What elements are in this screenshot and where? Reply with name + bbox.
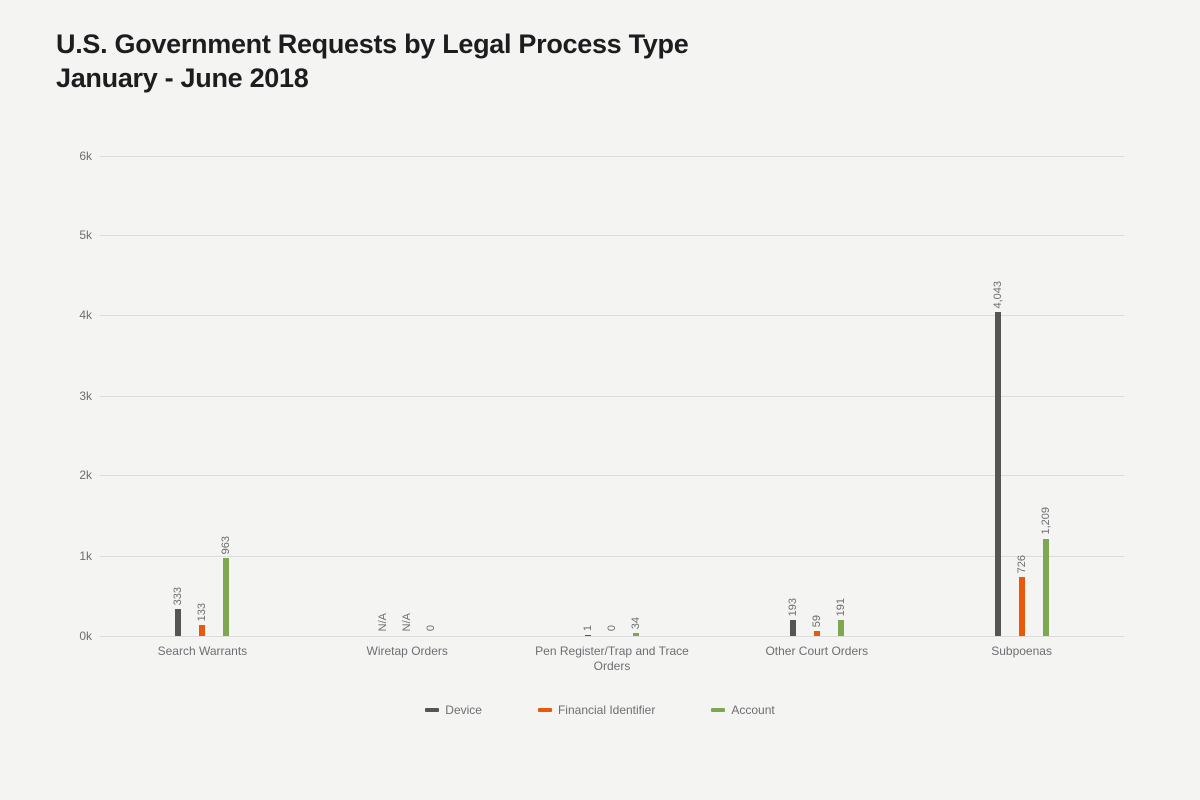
- bar-value-label: 193: [787, 598, 799, 616]
- bar-value-label: 726: [1016, 555, 1028, 573]
- bar: [199, 625, 205, 636]
- bar-column: N/A: [400, 613, 414, 635]
- bar: [1019, 577, 1025, 635]
- bar-value-label: 963: [220, 536, 232, 554]
- title-line-2: January - June 2018: [56, 63, 308, 93]
- legend-swatch: [425, 708, 439, 712]
- bar-group: 333 133 963: [100, 156, 305, 636]
- bar-value-label: 0: [425, 625, 437, 631]
- bar-value-label: N/A: [377, 613, 389, 631]
- y-tick-label: 5k: [56, 228, 92, 242]
- y-tick-label: 2k: [56, 468, 92, 482]
- x-axis-label: Search Warrants: [100, 644, 305, 675]
- x-axis-label: Wiretap Orders: [305, 644, 510, 675]
- bar-value-label: 4,043: [992, 281, 1004, 309]
- legend: Device Financial Identifier Account: [56, 703, 1144, 717]
- title-line-1: U.S. Government Requests by Legal Proces…: [56, 29, 688, 59]
- bar-group: 1 0 34: [510, 156, 715, 636]
- y-tick-label: 4k: [56, 308, 92, 322]
- gridline: [100, 636, 1124, 637]
- bar-column: 1: [581, 625, 595, 635]
- bar-value-label: 0: [606, 625, 618, 631]
- bar: [790, 620, 796, 635]
- bar-column: 59: [810, 615, 824, 636]
- bar: [814, 631, 820, 636]
- bar-group: 4,043 726 1,209: [919, 156, 1124, 636]
- bar-column: 1,209: [1039, 507, 1053, 635]
- bar-column: 133: [195, 603, 209, 636]
- x-axis-label: Pen Register/Trap and Trace Orders: [510, 644, 715, 675]
- bar-column: N/A: [376, 613, 390, 635]
- bar-column: 191: [834, 598, 848, 636]
- bar-value-label: 1,209: [1040, 507, 1052, 535]
- x-axis-label: Subpoenas: [919, 644, 1124, 675]
- bar-column: 0: [424, 625, 438, 635]
- chart: 0k1k2k3k4k5k6k 333133963N/AN/A0103419359…: [56, 156, 1144, 717]
- y-tick-label: 6k: [56, 149, 92, 163]
- x-axis-labels: Search WarrantsWiretap OrdersPen Registe…: [100, 644, 1124, 675]
- bar-column: 193: [786, 598, 800, 636]
- legend-item: Financial Identifier: [538, 703, 655, 717]
- bar-column: 726: [1015, 555, 1029, 635]
- plot-area: 0k1k2k3k4k5k6k 333133963N/AN/A0103419359…: [100, 156, 1124, 636]
- x-axis-label: Other Court Orders: [714, 644, 919, 675]
- bar-groups: 333 133 963 N/A N/A 0 1 0 34 193 59 191 4,043 726 1,20…: [100, 156, 1124, 636]
- bar-value-label: 34: [630, 617, 642, 629]
- bar-value-label: 133: [196, 603, 208, 621]
- bar: [995, 312, 1001, 635]
- bar-group: N/A N/A 0: [305, 156, 510, 636]
- legend-label: Account: [731, 703, 774, 717]
- bar: [223, 558, 229, 635]
- bar-column: 333: [171, 587, 185, 636]
- bar-column: 4,043: [991, 281, 1005, 636]
- bar: [633, 633, 639, 636]
- legend-label: Financial Identifier: [558, 703, 655, 717]
- bar: [838, 620, 844, 635]
- bar-value-label: 1: [582, 625, 594, 631]
- legend-item: Account: [711, 703, 774, 717]
- bar-value-label: N/A: [401, 613, 413, 631]
- bar: [1043, 539, 1049, 636]
- bar-column: 963: [219, 536, 233, 635]
- bar-value-label: 59: [811, 615, 823, 627]
- legend-label: Device: [445, 703, 482, 717]
- legend-swatch: [711, 708, 725, 712]
- y-tick-label: 1k: [56, 549, 92, 563]
- bar-value-label: 333: [172, 587, 184, 605]
- y-tick-label: 0k: [56, 629, 92, 643]
- chart-title: U.S. Government Requests by Legal Proces…: [56, 28, 1144, 96]
- bar-value-label: 191: [835, 598, 847, 616]
- bar-group: 193 59 191: [714, 156, 919, 636]
- legend-item: Device: [425, 703, 482, 717]
- bar-column: 34: [629, 617, 643, 636]
- y-tick-label: 3k: [56, 389, 92, 403]
- legend-swatch: [538, 708, 552, 712]
- bar-column: 0: [605, 625, 619, 635]
- bar: [175, 609, 181, 636]
